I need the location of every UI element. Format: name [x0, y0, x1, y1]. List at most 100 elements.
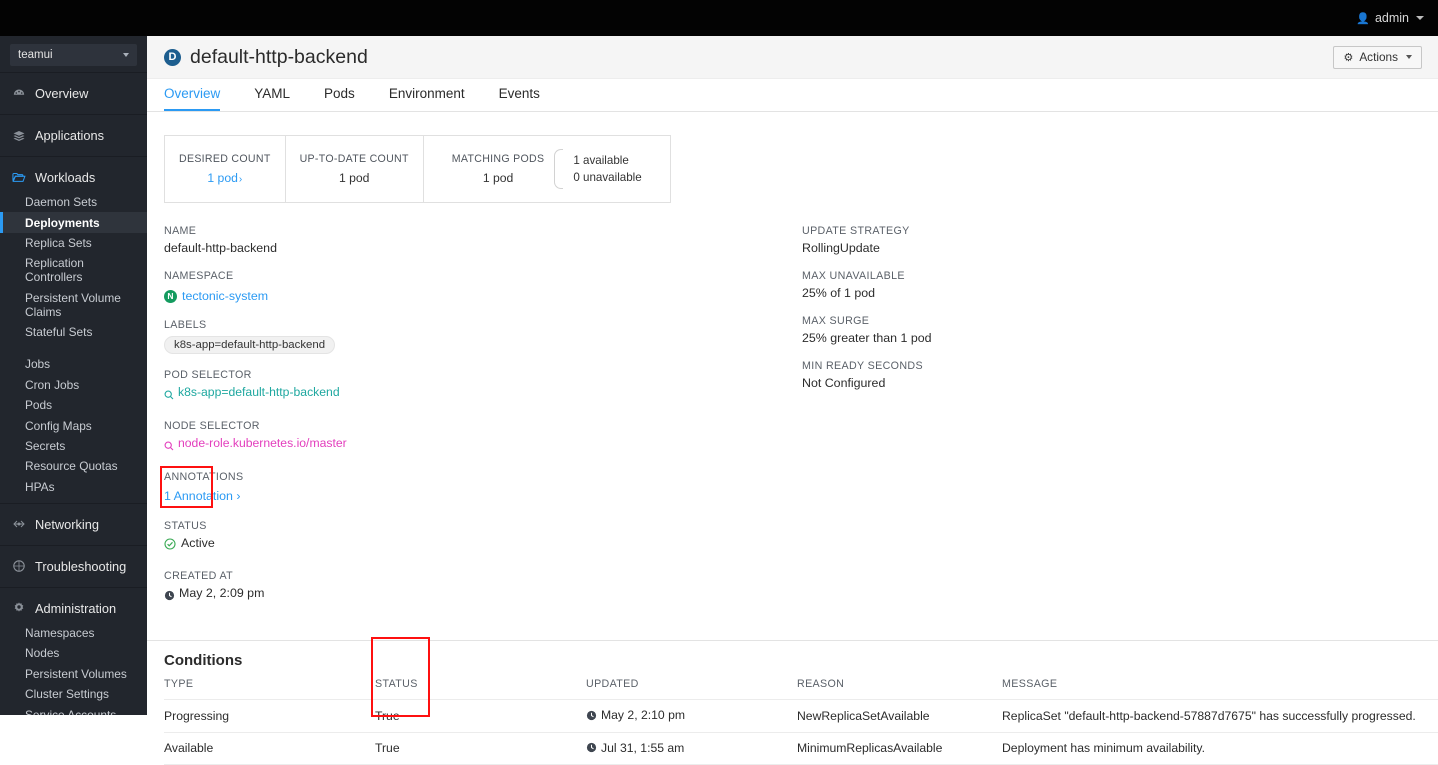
sidebar-item-administration[interactable]: Administration — [0, 594, 147, 623]
sidebar-item-overview[interactable]: Overview — [0, 79, 147, 108]
sidebar-item-secrets[interactable]: Secrets — [0, 436, 147, 456]
sidebar-item-config-maps[interactable]: Config Maps — [0, 415, 147, 435]
sidebar-item-troubleshooting[interactable]: Troubleshooting — [0, 552, 147, 581]
namespace-link-label: tectonic-system — [182, 289, 269, 303]
field-min-ready-seconds-label: Min Ready Seconds — [802, 360, 923, 372]
deployment-badge-icon: D — [164, 48, 181, 66]
stat-desired-count-value[interactable]: 1 pod› — [207, 171, 242, 185]
gear-icon — [12, 601, 26, 615]
nav-group-applications: Applications — [0, 114, 147, 156]
check-circle-icon — [164, 537, 176, 550]
sidebar-item-replica-sets[interactable]: Replica Sets — [0, 233, 147, 253]
sidebar-item-hpas[interactable]: HPAs — [0, 477, 147, 497]
status-badge: Active — [164, 536, 215, 550]
cell-reason: NewReplicaSetAvailable — [797, 699, 1002, 733]
stat-matching-pods-label: Matching Pods — [451, 153, 545, 165]
sidebar-item-jobs[interactable]: Jobs — [0, 354, 147, 374]
sidebar-item-label: Networking — [35, 516, 100, 532]
nav-group-workloads: Workloads Daemon Sets Deployments Replic… — [0, 156, 147, 503]
tab-pods[interactable]: Pods — [324, 86, 355, 111]
stat-up-to-date-value: 1 pod — [338, 171, 370, 185]
sidebar-item-networking[interactable]: Networking — [0, 510, 147, 539]
field-node-selector-label: Node Selector — [164, 420, 260, 432]
stat-desired-count-label: Desired Count — [179, 153, 271, 165]
conditions-table: Type Status Updated Reason Message Progr… — [164, 678, 1438, 765]
cell-status: True — [375, 732, 586, 765]
sidebar-item-daemon-sets[interactable]: Daemon Sets — [0, 192, 147, 212]
column-header-message[interactable]: Message — [1002, 678, 1438, 700]
created-at-value: May 2, 2:09 pm — [179, 586, 265, 600]
field-labels-label: Labels — [164, 319, 207, 331]
status-value: Active — [181, 536, 215, 550]
field-namespace: Namespace N tectonic-system — [164, 270, 801, 304]
nav-group-networking: Networking — [0, 502, 147, 545]
layers-icon — [12, 129, 26, 143]
sidebar-item-cluster-settings[interactable]: Cluster Settings — [0, 684, 147, 704]
cell-message: Deployment has minimum availability. — [1002, 732, 1438, 765]
field-max-surge: Max Surge 25% greater than 1 pod — [802, 315, 1438, 345]
field-node-selector: Node Selector node-role.kubernetes.io/ma… — [164, 420, 801, 456]
updated-text: May 2, 2:10 pm — [601, 708, 685, 722]
updated-text: Jul 31, 1:55 am — [601, 740, 685, 755]
field-pod-selector: Pod Selector k8s-app=default-http-backen… — [164, 369, 801, 405]
tab-events[interactable]: Events — [499, 86, 540, 111]
tab-yaml[interactable]: YAML — [254, 86, 290, 111]
node-selector-link[interactable]: node-role.kubernetes.io/master — [164, 436, 347, 451]
details-grid: Name default-http-backend Namespace N te… — [147, 225, 1438, 621]
column-header-status[interactable]: Status — [375, 678, 586, 700]
annotations-link[interactable]: 1 Annotation › — [164, 489, 241, 503]
sidebar-item-stateful-sets[interactable]: Stateful Sets — [0, 322, 147, 342]
sidebar-item-workloads[interactable]: Workloads — [0, 163, 147, 192]
sidebar-item-persistent-volumes[interactable]: Persistent Volumes — [0, 664, 147, 684]
sidebar-item-resource-quotas[interactable]: Resource Quotas — [0, 456, 147, 476]
field-namespace-label: Namespace — [164, 270, 234, 282]
user-menu[interactable]: 👤 admin — [1356, 11, 1424, 25]
sidebar-item-deployments[interactable]: Deployments — [0, 212, 147, 234]
sidebar-item-service-accounts[interactable]: Service Accounts — [0, 704, 147, 715]
cell-message: ReplicaSet "default-http-backend-57887d7… — [1002, 699, 1438, 733]
page-title: default-http-backend — [190, 45, 368, 68]
sidebar-item-replication-controllers[interactable]: Replication Controllers — [0, 253, 147, 287]
field-update-strategy-value: RollingUpdate — [802, 241, 880, 255]
clock-icon — [586, 742, 597, 753]
annotations-link-label: 1 Annotation — [164, 489, 233, 503]
column-header-reason[interactable]: Reason — [797, 678, 1002, 700]
field-created-at: Created At May 2, 2:09 pm — [164, 570, 801, 606]
actions-button[interactable]: ⚙ Actions — [1333, 45, 1422, 69]
field-name-value: default-http-backend — [164, 241, 277, 255]
field-max-unavailable-label: Max Unavailable — [802, 270, 905, 282]
pod-selector-link[interactable]: k8s-app=default-http-backend — [164, 385, 340, 400]
sidebar-item-nodes[interactable]: Nodes — [0, 643, 147, 663]
sidebar-item-pods[interactable]: Pods — [0, 395, 147, 415]
field-annotations-label: Annotations — [164, 471, 244, 483]
stats-panel: Desired Count 1 pod› Up-to-Date Count 1 … — [164, 135, 671, 203]
label-chip[interactable]: k8s-app=default-http-backend — [164, 336, 336, 354]
field-update-strategy-label: Update Strategy — [802, 225, 910, 237]
nav-group-overview: Overview — [0, 72, 147, 114]
sidebar-item-cron-jobs[interactable]: Cron Jobs — [0, 375, 147, 395]
dashboard-icon — [12, 87, 26, 101]
column-header-updated[interactable]: Updated — [586, 678, 797, 700]
sidebar-item-label: Overview — [35, 86, 89, 101]
namespace-selector-wrap: teamui — [0, 36, 147, 72]
unavailable-count: 0 unavailable — [573, 171, 642, 184]
namespace-selector[interactable]: teamui — [10, 44, 137, 66]
sidebar-item-persistent-volume-claims[interactable]: Persistent Volume Claims — [0, 288, 147, 322]
sidebar-item-applications[interactable]: Applications — [0, 121, 147, 150]
sidebar-item-label: Workloads — [35, 170, 96, 185]
column-header-type[interactable]: Type — [164, 678, 375, 700]
namespace-badge-icon: N — [164, 289, 177, 303]
stat-matching-pods-value: 1 pod — [482, 171, 514, 185]
field-name: Name default-http-backend — [164, 225, 801, 255]
tab-environment[interactable]: Environment — [389, 86, 465, 111]
field-update-strategy: Update Strategy RollingUpdate — [802, 225, 1438, 255]
field-max-surge-label: Max Surge — [802, 315, 870, 327]
cell-type: Progressing — [164, 699, 375, 733]
cell-reason: MinimumReplicasAvailable — [797, 732, 1002, 765]
sidebar-item-namespaces[interactable]: Namespaces — [0, 623, 147, 643]
namespace-link[interactable]: N tectonic-system — [164, 289, 268, 303]
nav-group-administration: Administration Namespaces Nodes Persiste… — [0, 586, 147, 715]
tab-overview[interactable]: Overview — [164, 86, 221, 111]
page-header: D default-http-backend ⚙ Actions — [147, 36, 1438, 79]
conditions-title: Conditions — [164, 652, 243, 669]
